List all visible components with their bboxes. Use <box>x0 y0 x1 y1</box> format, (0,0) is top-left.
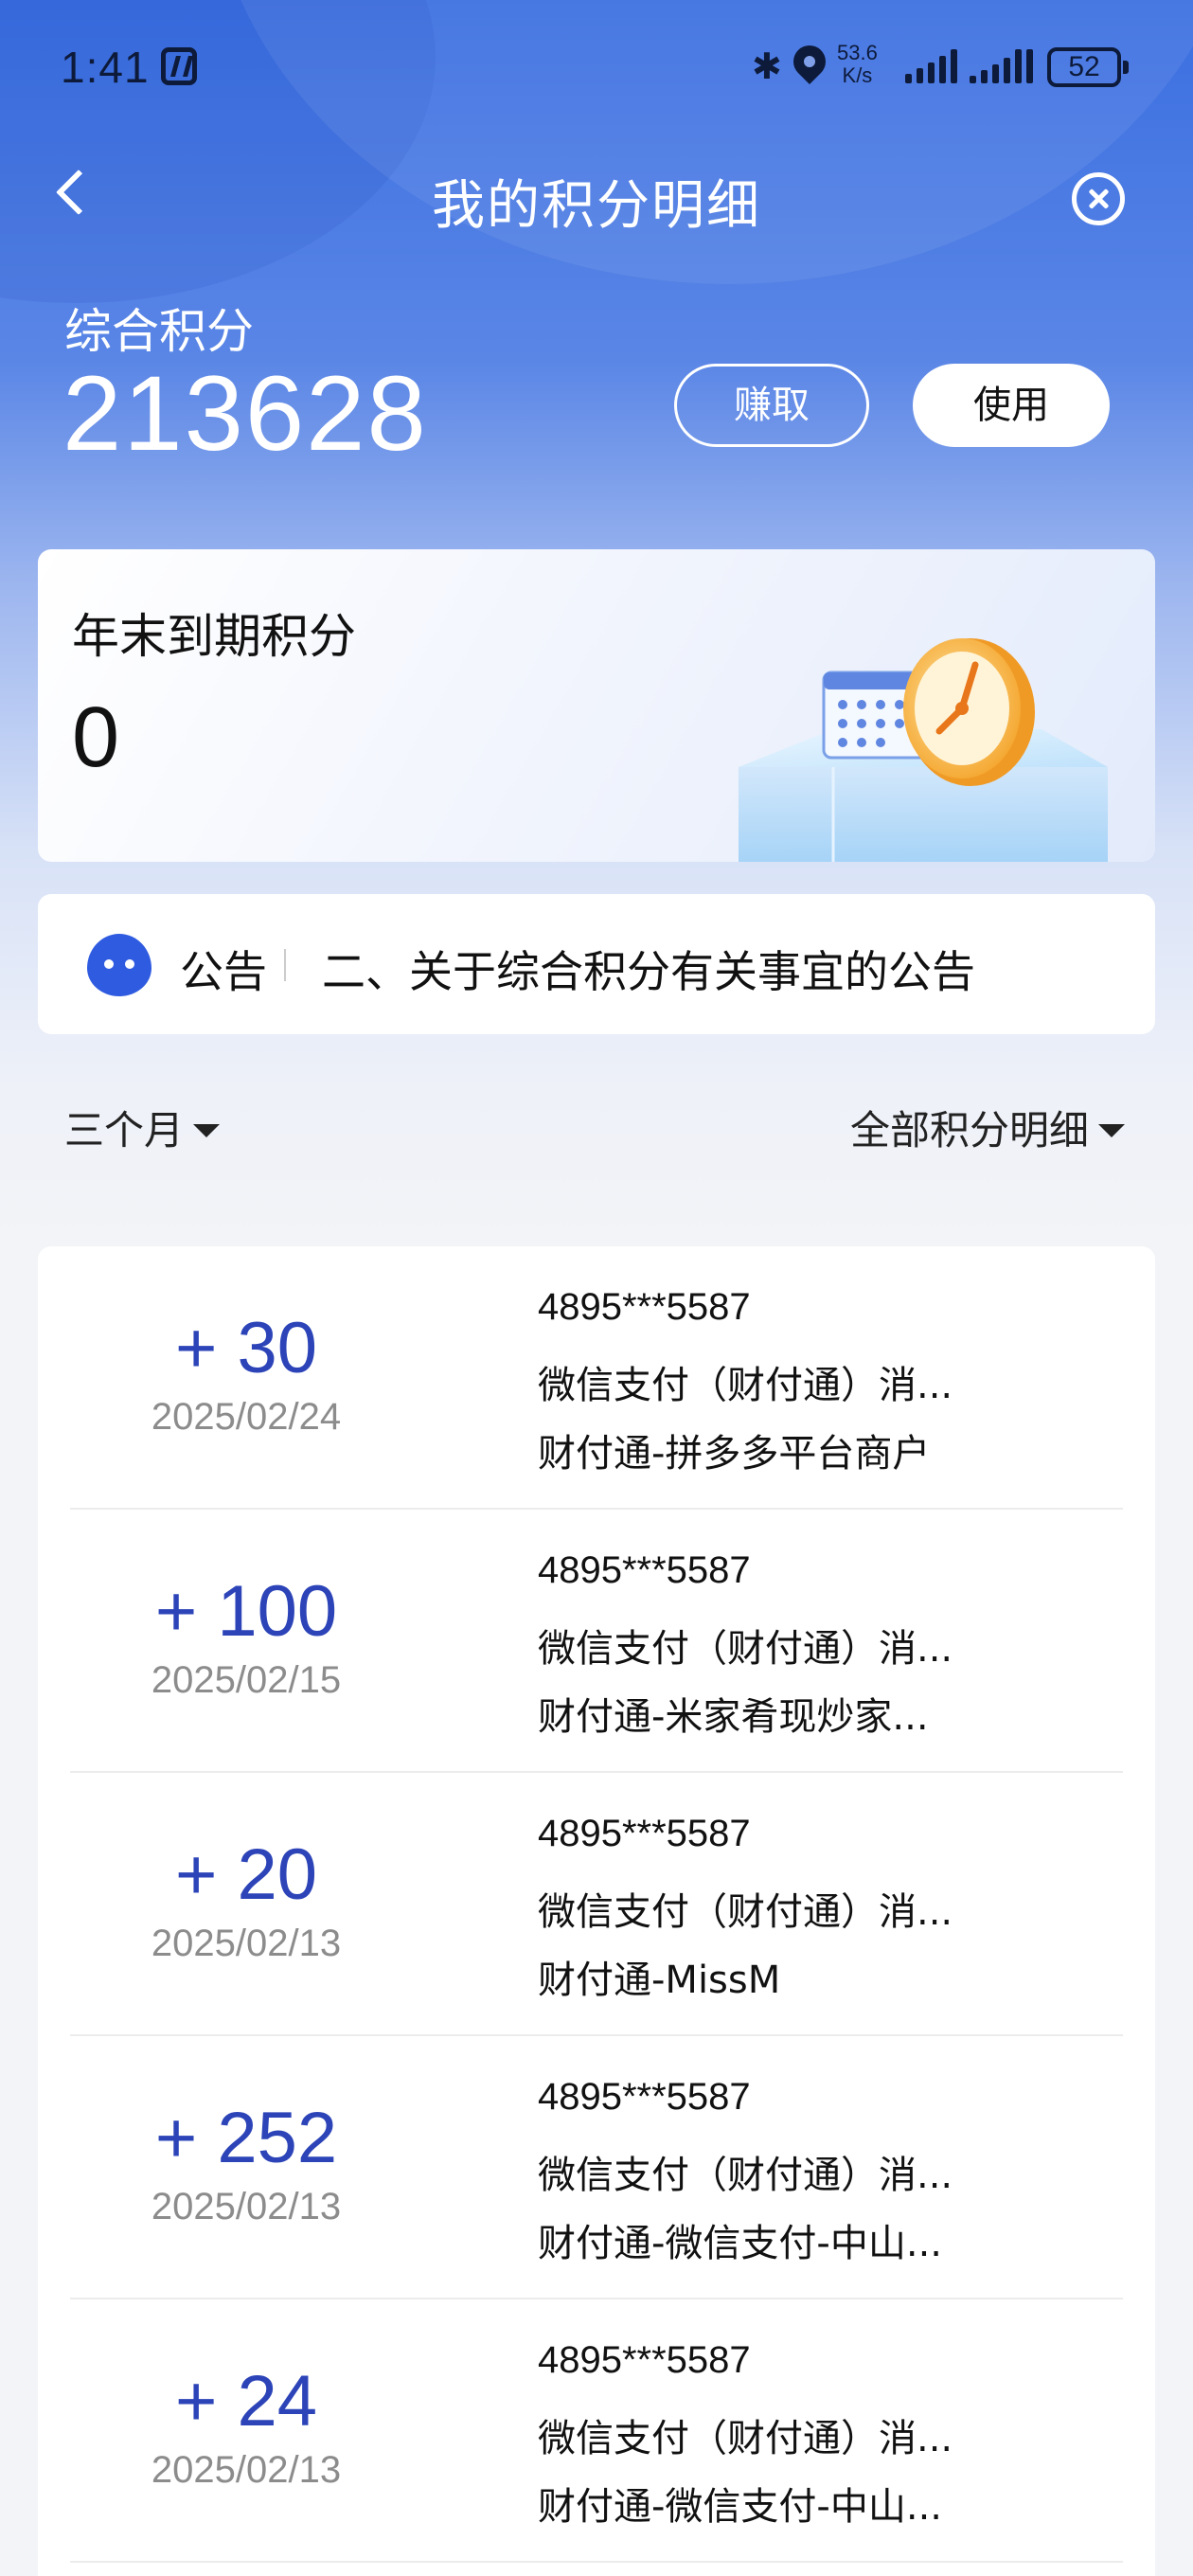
earn-button[interactable]: 赚取 <box>674 364 869 447</box>
transaction-amount: + 252 <box>154 2098 338 2178</box>
expiring-points-value: 0 <box>72 690 120 785</box>
transaction-description: 微信支付（财付通）消... <box>538 1364 953 1407</box>
period-filter-label: 三个月 <box>64 1107 185 1154</box>
transaction-date: 2025/02/13 <box>151 1923 342 1964</box>
transaction-description: 微信支付（财付通）消... <box>538 1627 953 1671</box>
transaction-amount: + 20 <box>174 1834 318 1915</box>
expiring-points-card: 年末到期积分 0 <box>38 549 1155 862</box>
close-icon[interactable] <box>1072 172 1125 225</box>
transaction-amount: + 30 <box>174 1308 318 1388</box>
transaction-row[interactable]: + 24 2025/02/13 4895***5587 微信支付（财付通）消..… <box>38 2299 1155 2563</box>
chat-bubble-icon <box>87 934 151 996</box>
transaction-list: + 30 2025/02/24 4895***5587 微信支付（财付通）消..… <box>38 1246 1155 2576</box>
transaction-card-number: 4895***5587 <box>538 1549 751 1591</box>
transaction-description: 微信支付（财付通）消... <box>538 1890 953 1934</box>
transaction-card-number: 4895***5587 <box>538 1813 751 1854</box>
transaction-date: 2025/02/15 <box>151 1659 342 1701</box>
bluetooth-icon: ✱ <box>752 45 782 87</box>
transaction-merchant: 财付通-米家肴现炒家... <box>538 1695 929 1739</box>
transaction-amount: + 24 <box>174 2361 318 2442</box>
row-divider <box>70 2561 1123 2563</box>
transaction-row[interactable]: + 30 2025/02/24 4895***5587 微信支付（财付通）消..… <box>38 1246 1155 1510</box>
transaction-date: 2025/02/24 <box>151 1396 342 1438</box>
period-filter-dropdown[interactable]: 三个月 <box>64 1099 221 1156</box>
transaction-merchant: 财付通-拼多多平台商户 <box>538 1432 931 1476</box>
transaction-row[interactable]: + 252 2025/02/13 4895***5587 微信支付（财付通）消.… <box>38 2036 1155 2299</box>
location-icon <box>786 38 833 85</box>
net-speed-unit: K/s <box>842 63 873 87</box>
transaction-card-number: 4895***5587 <box>538 2339 751 2381</box>
transaction-card-number: 4895***5587 <box>538 2076 751 2118</box>
transaction-card-number: 4895***5587 <box>538 1286 751 1328</box>
caret-down-icon <box>1098 1123 1125 1137</box>
status-bar: 1:41 ✱ 53.6 K/s 52 <box>0 0 1193 133</box>
type-filter-label: 全部积分明细 <box>849 1107 1089 1154</box>
type-filter-dropdown[interactable]: 全部积分明细 <box>850 1099 1125 1156</box>
clock-calendar-illustration <box>739 638 1108 862</box>
transaction-merchant: 财付通-微信支付-中山... <box>538 2485 943 2529</box>
transaction-date: 2025/02/13 <box>151 2186 342 2227</box>
page-title: 我的积分明细 <box>432 175 761 237</box>
notice-text[interactable]: 二、关于综合积分有关事宜的公告 <box>322 938 975 1000</box>
points-value: 213628 <box>62 354 428 473</box>
battery-icon: 52 <box>1047 47 1129 87</box>
signal-icon <box>970 49 1033 83</box>
transaction-amount: + 100 <box>154 1571 338 1652</box>
notice-tag: 公告 <box>180 946 267 997</box>
notice-divider <box>284 949 286 981</box>
transaction-description: 微信支付（财付通）消... <box>538 2154 953 2197</box>
use-button[interactable]: 使用 <box>913 364 1110 447</box>
transaction-description: 微信支付（财付通）消... <box>538 2417 953 2460</box>
signal-icon <box>905 49 957 83</box>
transaction-row[interactable]: + 20 2025/02/13 4895***5587 微信支付（财付通）消..… <box>38 1773 1155 2036</box>
status-time: 1:41 <box>61 43 150 92</box>
notice-bar[interactable]: 公告 二、关于综合积分有关事宜的公告 <box>38 894 1155 1034</box>
transaction-row[interactable]: + 100 2025/02/15 4895***5587 微信支付（财付通）消.… <box>38 1510 1155 1773</box>
nfc-icon <box>161 47 197 85</box>
transaction-date: 2025/02/13 <box>151 2449 342 2491</box>
caret-down-icon <box>193 1123 221 1137</box>
net-speed-value: 53.6 <box>837 41 878 64</box>
expiring-points-label: 年末到期积分 <box>72 609 356 664</box>
net-speed: 53.6 K/s <box>837 42 878 87</box>
transaction-merchant: 财付通-微信支付-中山... <box>538 2222 943 2265</box>
transaction-merchant: 财付通-MissM <box>538 1959 781 2002</box>
